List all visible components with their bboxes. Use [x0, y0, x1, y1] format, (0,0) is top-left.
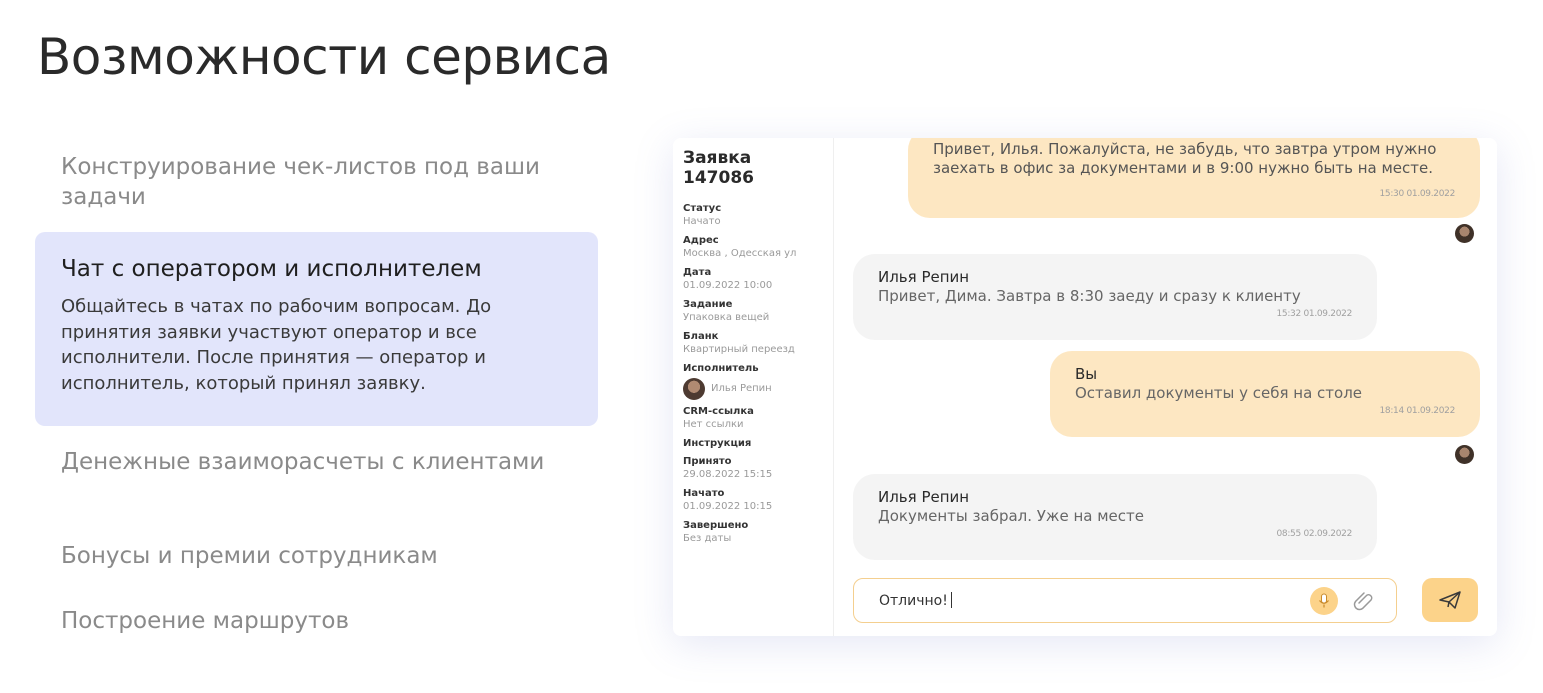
field-value: Квартирный переезд — [683, 344, 795, 355]
field-label: Статус — [683, 203, 722, 214]
field-label: Завершено — [683, 520, 749, 531]
message-incoming: Илья Репин Привет, Дима. Завтра в 8:30 з… — [853, 254, 1377, 340]
message-author: Вы — [1075, 365, 1098, 383]
attach-button[interactable] — [1351, 588, 1377, 614]
message-time: 18:14 01.09.2022 — [1379, 406, 1455, 416]
paperclip-icon — [1353, 592, 1373, 611]
feature-chat-description: Общайтесь в чатах по рабочим вопросам. Д… — [61, 296, 492, 394]
field-value: Упаковка вещей — [683, 312, 770, 323]
field-value: Без даты — [683, 533, 732, 544]
message-text: Оставил документы у себя на столе — [1075, 384, 1363, 402]
field-label: Исполнитель — [683, 363, 759, 374]
field-value: Нет ссылки — [683, 419, 744, 430]
field-value: 29.08.2022 15:15 — [683, 469, 773, 480]
field-label: Начато — [683, 488, 725, 499]
avatar — [683, 378, 705, 400]
feature-chat-title: Чат с оператором и исполнителем — [61, 256, 482, 282]
avatar — [1455, 445, 1474, 464]
order-details-panel: Заявка 147086 Статус Начато Адрес Москва… — [673, 138, 834, 636]
message-input-value[interactable]: Отлично! — [879, 592, 952, 609]
field-value: Москва , Одесская ул — [683, 248, 797, 259]
field-value: 01.09.2022 10:15 — [683, 501, 773, 512]
feature-checklists[interactable]: Конструирование чек-листов под ваши зада… — [61, 152, 561, 212]
field-address: Адрес Москва , Одесская ул — [683, 234, 823, 261]
avatar — [1455, 224, 1474, 243]
message-text: Привет, Илья. Пожалуйста, не забудь, что… — [933, 140, 1437, 177]
field-label: Задание — [683, 299, 733, 310]
order-title: Заявка 147086 — [683, 148, 754, 188]
field-value: 01.09.2022 10:00 — [683, 280, 773, 291]
message-text: Документы забрал. Уже на месте — [878, 507, 1144, 525]
field-instruction: Инструкция — [683, 437, 823, 450]
message-outgoing: Вы Оставил документы у себя на столе 18:… — [1050, 351, 1480, 437]
field-label: Принято — [683, 456, 732, 467]
message-author: Илья Репин — [878, 488, 970, 506]
field-form: Бланк Квартирный переезд — [683, 330, 823, 357]
message-incoming: Илья Репин Документы забрал. Уже на мест… — [853, 474, 1377, 560]
microphone-icon — [1319, 593, 1329, 608]
message-time: 08:55 02.09.2022 — [1276, 529, 1352, 539]
feature-payments[interactable]: Денежные взаиморасчеты с клиентами — [61, 447, 561, 477]
features-list: Конструирование чек-листов под ваши зада… — [0, 0, 620, 693]
field-started: Начато 01.09.2022 10:15 — [683, 487, 823, 514]
field-label: Адрес — [683, 235, 719, 246]
field-value: Начато — [683, 216, 721, 227]
field-date: Дата 01.09.2022 10:00 — [683, 266, 823, 293]
feature-chat-active[interactable]: Чат с оператором и исполнителем Общайтес… — [35, 232, 598, 426]
field-finished: Завершено Без даты — [683, 519, 823, 546]
field-label: Дата — [683, 267, 712, 278]
executor-row[interactable]: Илья Репин — [683, 378, 823, 400]
field-label[interactable]: Инструкция — [683, 437, 823, 450]
feature-routes[interactable]: Построение маршрутов — [61, 606, 561, 636]
microphone-button[interactable] — [1310, 587, 1338, 615]
field-label: Бланк — [683, 331, 719, 342]
field-crm-link: CRM-ссылка Нет ссылки — [683, 405, 823, 432]
field-label: CRM-ссылка — [683, 406, 754, 417]
message-time: 15:32 01.09.2022 — [1276, 309, 1352, 319]
chat-messages-area[interactable]: Привет, Илья. Пожалуйста, не забудь, что… — [834, 138, 1497, 636]
message-input[interactable]: Отлично! — [853, 578, 1397, 623]
message-author: Илья Репин — [878, 268, 970, 286]
send-button[interactable] — [1422, 578, 1478, 622]
feature-bonuses[interactable]: Бонусы и премии сотрудникам — [61, 541, 561, 571]
field-value: Илья Репин — [711, 383, 772, 394]
field-status: Статус Начато — [683, 202, 823, 229]
message-time: 15:30 01.09.2022 — [1379, 189, 1455, 199]
paper-plane-icon — [1439, 591, 1461, 609]
message-outgoing: Привет, Илья. Пожалуйста, не забудь, что… — [908, 138, 1480, 218]
field-accepted: Принято 29.08.2022 15:15 — [683, 455, 823, 482]
field-executor: Исполнитель Илья Репин — [683, 362, 823, 400]
chat-window: Заявка 147086 Статус Начато Адрес Москва… — [673, 138, 1497, 636]
message-text: Привет, Дима. Завтра в 8:30 заеду и сраз… — [878, 287, 1301, 305]
field-task: Задание Упаковка вещей — [683, 298, 823, 325]
